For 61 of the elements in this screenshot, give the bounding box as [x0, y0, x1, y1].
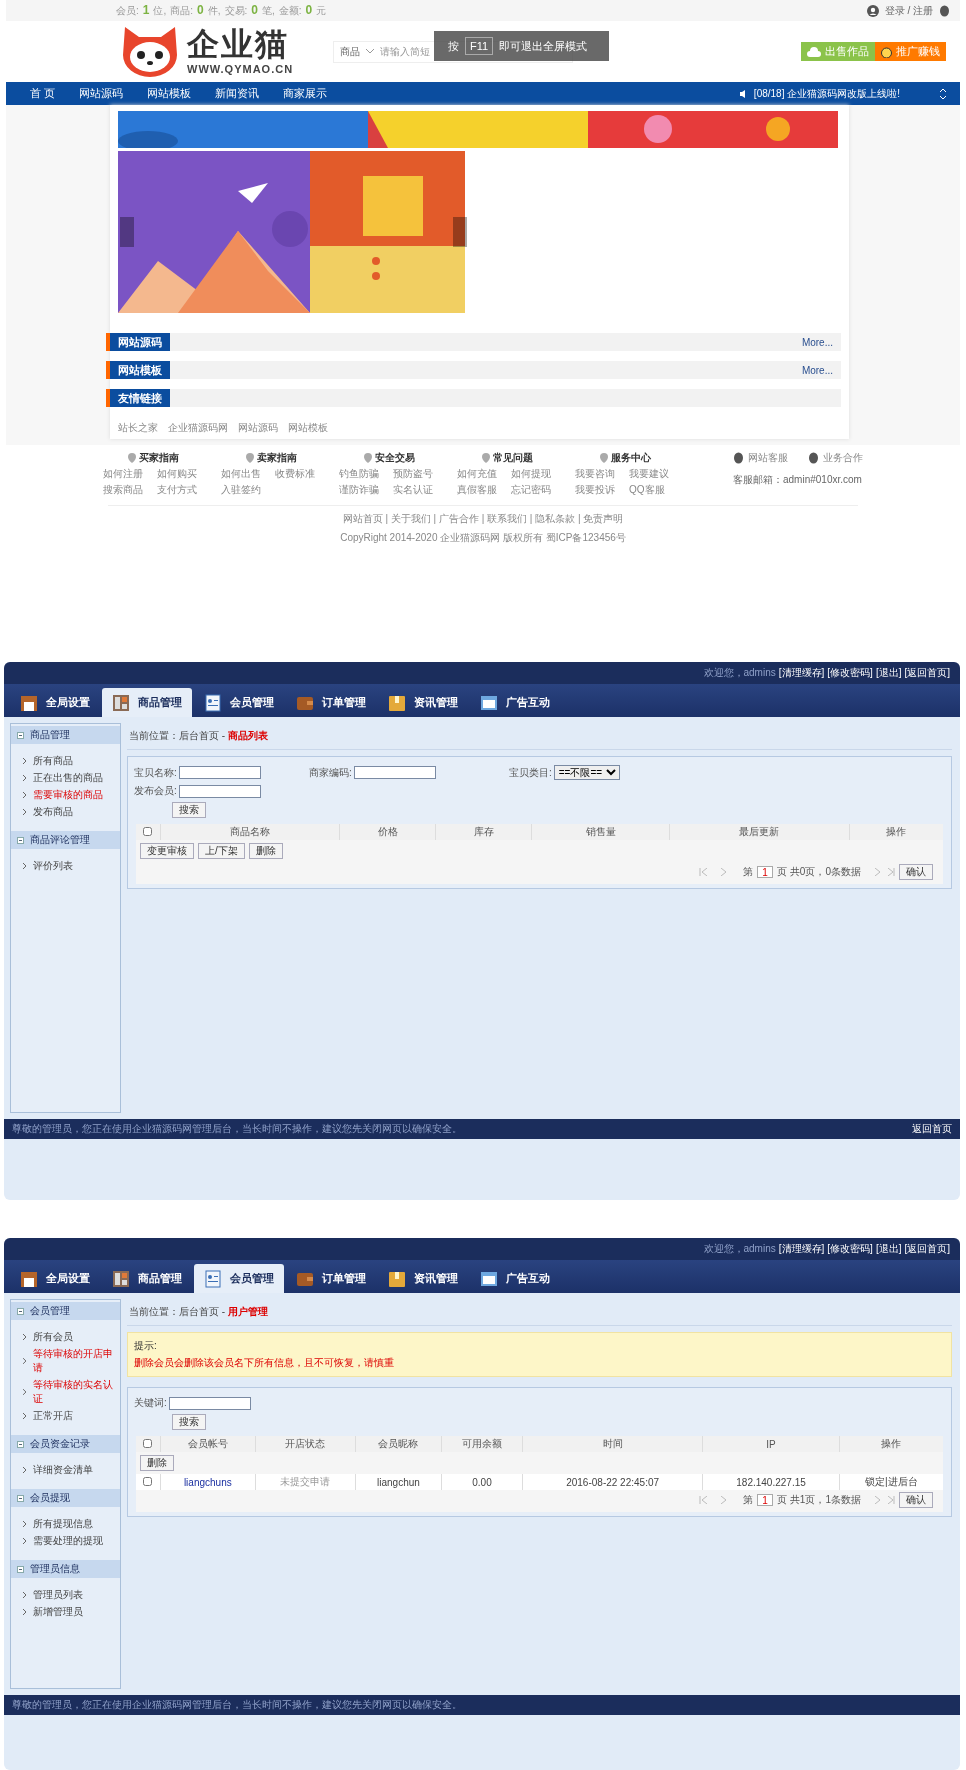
footer-heading: 服务中心 [610, 451, 651, 465]
column-header: 操作 [849, 824, 943, 840]
stat-value: 1 [142, 3, 150, 17]
notice-text: 删除会员会删除该会员名下所有信息，且不可恢复，请慎重 [134, 1356, 395, 1370]
breadcrumb: 当前位置：后台首页 - 商品列表 [127, 723, 952, 750]
column-header: 库存 [435, 824, 532, 840]
column-header: IP [702, 1436, 840, 1452]
page-info: 页 共0页，0条数据 [777, 865, 861, 879]
footer-heading: 卖家指南 [256, 451, 297, 465]
column-header: 会员昵称 [355, 1436, 442, 1452]
column-header: 可用余额 [441, 1436, 523, 1452]
column-header: 开店状态 [255, 1436, 356, 1452]
table-cell: 0.00 [441, 1474, 523, 1490]
table-cell: 未提交申请 [255, 1474, 356, 1490]
filter-label: 宝贝类目: [509, 765, 552, 780]
service-email: 客服邮箱：admin#010xr.com [733, 473, 863, 487]
welcome-text: 欢迎您，admins [703, 1242, 776, 1256]
logo-url: WWW.QYMAO.CN [187, 63, 294, 76]
stat-unit: 位, [153, 4, 167, 18]
column-header: 销售量 [531, 824, 670, 840]
stat-unit: 元 [316, 4, 327, 18]
stat-unit: 笔, [261, 4, 275, 18]
notice-title: 提示: [134, 1339, 158, 1353]
table-cell: 2016-08-22 22:45:07 [522, 1474, 703, 1490]
section-title: 友情链接 [106, 389, 170, 407]
footer-message: 尊敬的管理员，您正在使用企业猫源码网管理后台，当长时间不操作，建议您先关闭网页以确保安全。 [12, 1122, 462, 1136]
column-header: 会员帐号 [160, 1436, 256, 1452]
logo-text: 企业猫 [187, 28, 290, 61]
fullscreen-tooltip: 按 F11 即可退出全屏模式 [434, 31, 609, 61]
copyright-text: CopyRight 2014-2020 企业猫源码网 版权所有 蜀ICP备123456号 [340, 531, 626, 545]
stat-label: 金额: [278, 4, 302, 18]
column-header: 时间 [522, 1436, 703, 1452]
column-header: 价格 [339, 824, 436, 840]
stat-value: 0 [251, 3, 258, 17]
breadcrumb: 当前位置：后台首页 - 用户管理 [127, 1299, 952, 1326]
welcome-text: 欢迎您，admins [703, 666, 776, 680]
stat-value: 0 [305, 3, 313, 17]
filter-label: 商家编码: [309, 765, 352, 780]
page-label: 第 [743, 1493, 754, 1507]
section-title: 网站模板 [106, 361, 170, 379]
footer-heading: 安全交易 [374, 451, 415, 465]
page-label: 第 [743, 865, 754, 879]
filter-label: 关键词: [134, 1396, 167, 1410]
column-header: 商品名称 [160, 824, 340, 840]
footer-message: 尊敬的管理员，您正在使用企业猫源码网管理后台，当长时间不操作，建议您先关闭网页以确保安全。 [12, 1698, 462, 1712]
table-cell: 锁定|进后台 [839, 1474, 943, 1490]
stat-label: 会员: [116, 4, 139, 18]
filter-label: 宝贝名称: [134, 765, 177, 780]
footer-heading: 常见问题 [492, 451, 533, 465]
page-info: 页 共1页，1条数据 [777, 1493, 861, 1507]
section-title: 网站源码 [106, 333, 170, 351]
stat-unit: 件, [207, 4, 221, 18]
stat-label: 交易: [224, 4, 248, 18]
stat-label: 商品: [170, 4, 194, 18]
column-header: 最后更新 [669, 824, 849, 840]
filter-label: 发布会员: [134, 784, 177, 798]
column-header: 操作 [839, 1436, 943, 1452]
footer-heading: 买家指南 [138, 451, 179, 465]
stat-value: 0 [197, 3, 204, 17]
table-cell: liangchun [355, 1474, 442, 1490]
table-cell: 182.140.227.15 [702, 1474, 840, 1490]
